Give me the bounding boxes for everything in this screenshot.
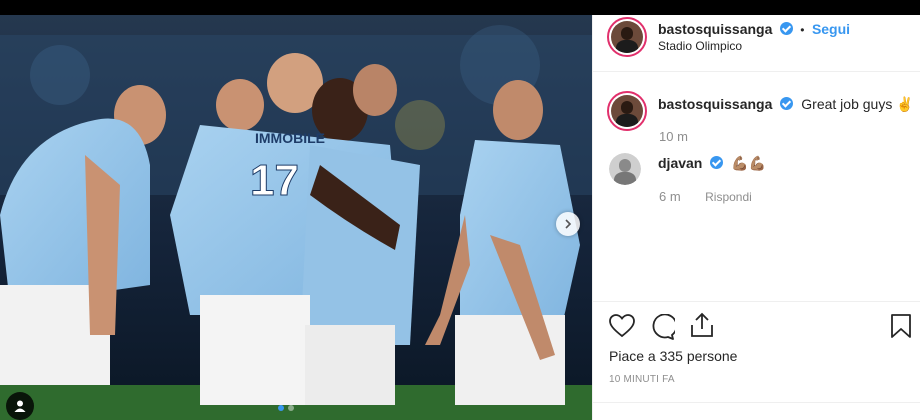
jersey-number: 17	[250, 156, 299, 205]
share-button[interactable]	[690, 312, 714, 343]
avatar-image	[611, 95, 643, 127]
comment-meta: 6 m Rispondi	[659, 188, 752, 206]
post-timestamp[interactable]: 10 MINUTI FA	[609, 374, 675, 385]
comment-time[interactable]: 6 m	[659, 189, 681, 204]
verified-badge-icon	[709, 156, 723, 169]
carousel-next-button[interactable]	[556, 212, 580, 236]
bookmark-icon	[891, 314, 911, 338]
author-avatar[interactable]	[607, 17, 647, 57]
avatar-image	[611, 21, 643, 53]
comment-body: bastosquissanga Great job guys ✌️	[658, 96, 914, 114]
photo-image: IMMOBILE 17	[0, 15, 592, 420]
separator-dot: •	[800, 23, 805, 37]
user-tag-icon	[14, 400, 26, 412]
post-photo[interactable]: IMMOBILE 17	[0, 15, 592, 420]
comment-text: Great job guys ✌️	[801, 96, 914, 112]
comment-username[interactable]: bastosquissanga	[658, 96, 772, 112]
comment-text: 💪🏽💪🏽	[731, 155, 767, 171]
comment-button[interactable]	[649, 313, 678, 345]
likes-count[interactable]: Piace a 335 persone	[609, 348, 737, 364]
chevron-right-icon	[565, 219, 572, 229]
post-header: bastosquissanga • Segui Stadio Olimpico	[593, 15, 920, 72]
avatar-image	[609, 153, 641, 185]
share-icon	[691, 312, 713, 337]
top-black-bar	[0, 0, 920, 15]
add-comment-area	[593, 402, 920, 420]
post-location[interactable]: Stadio Olimpico	[658, 39, 742, 53]
comment-time[interactable]: 10 m	[659, 129, 688, 144]
post-side-panel: bastosquissanga • Segui Stadio Olimpico …	[592, 15, 920, 420]
jersey-name: IMMOBILE	[255, 130, 325, 146]
verified-badge-icon	[779, 22, 793, 35]
author-line: bastosquissanga • Segui	[658, 21, 850, 39]
reply-button[interactable]: Rispondi	[705, 190, 752, 204]
follow-button[interactable]: Segui	[812, 21, 850, 37]
post-actions: Piace a 335 persone 10 MINUTI FA	[593, 301, 920, 420]
likes-text: Piace a 335 persone	[609, 348, 738, 364]
carousel-indicator	[278, 405, 294, 411]
comment-icon	[652, 313, 678, 340]
save-button[interactable]	[891, 314, 911, 343]
heart-icon	[609, 314, 635, 338]
comment-body: djavan 💪🏽💪🏽	[658, 155, 766, 173]
verified-badge-icon	[779, 97, 793, 110]
user-tags-button[interactable]	[6, 392, 34, 420]
carousel-dot-active	[278, 405, 284, 411]
comment-avatar[interactable]	[607, 91, 647, 131]
comment-avatar[interactable]	[609, 153, 641, 185]
author-username[interactable]: bastosquissanga	[658, 21, 772, 37]
carousel-dot	[288, 405, 294, 411]
like-button[interactable]	[609, 314, 635, 343]
comment-username[interactable]: djavan	[658, 155, 702, 171]
